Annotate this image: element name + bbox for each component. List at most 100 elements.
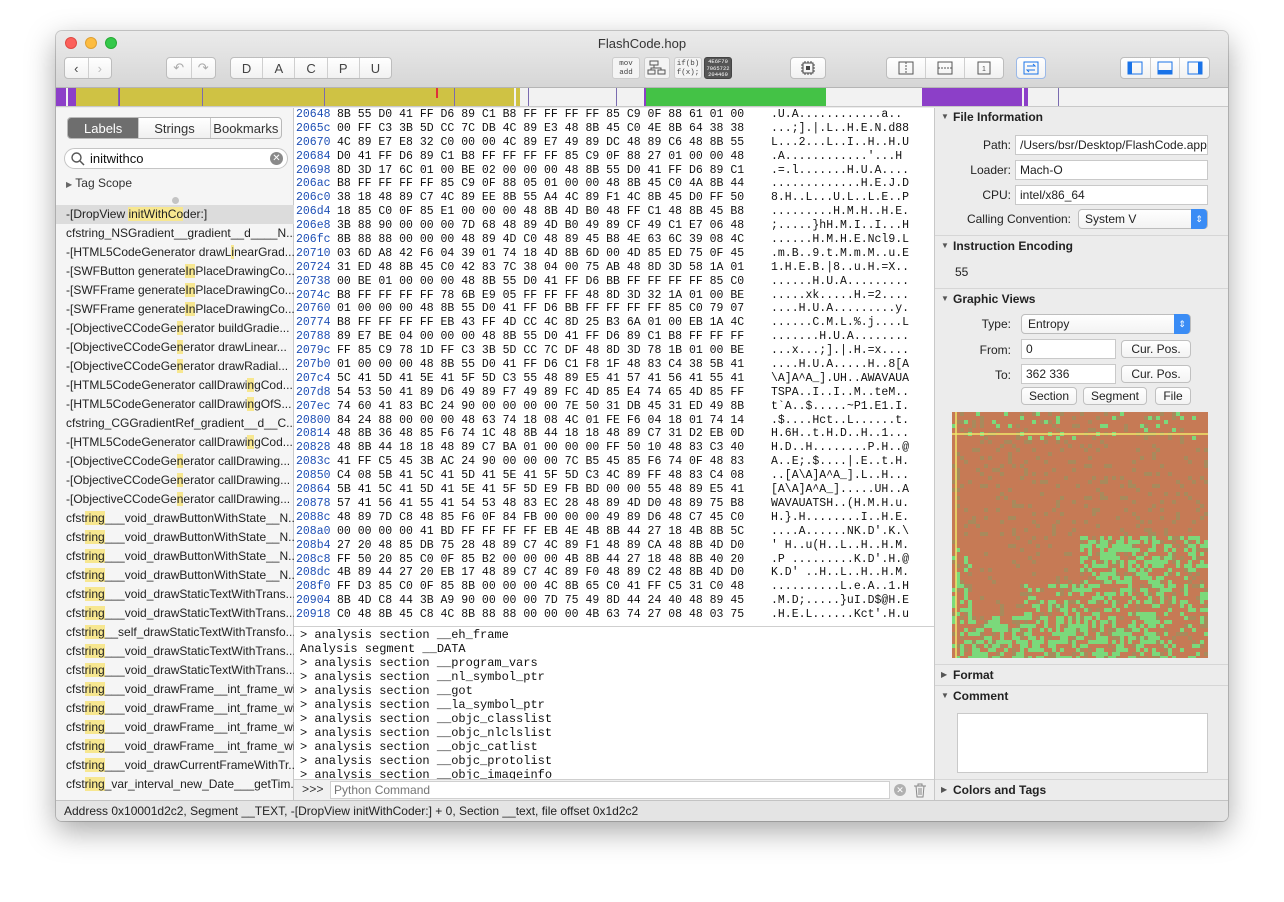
- hex-row[interactable]: 20850 C4 08 5B 41 5C 41 5D 41 5E 41 5F 5D…: [294, 469, 934, 483]
- label-row[interactable]: -[ObjectiveCCodeGenerator drawRadial...: [56, 357, 294, 376]
- hex-row[interactable]: 206c0 38 18 48 89 C7 4C 89 EE 8B 55 A4 4C…: [294, 191, 934, 205]
- ascii-mode-button[interactable]: A: [262, 58, 294, 78]
- back-button[interactable]: ‹: [65, 58, 88, 78]
- to-cur-pos-button[interactable]: Cur. Pos.: [1121, 365, 1191, 383]
- label-row[interactable]: cfstring___void_drawFrame__int_frame_wi.…: [56, 699, 294, 718]
- label-row[interactable]: cfstring___void_drawFrame__int_frame_wi.…: [56, 680, 294, 699]
- hex-row[interactable]: 20760 01 00 00 00 48 8B 55 D0 41 FF D6 BB…: [294, 302, 934, 316]
- hex-row[interactable]: 20648 8B 55 D0 41 FF D6 89 C1 B8 FF FF FF…: [294, 108, 934, 122]
- label-row[interactable]: -[SWFFrame generateInPlaceDrawingCo...: [56, 281, 294, 300]
- hex-row[interactable]: 20724 31 ED 48 8B 45 C0 42 83 7C 38 04 00…: [294, 261, 934, 275]
- label-row[interactable]: -[HTML5CodeGenerator callDrawingCod...: [56, 433, 294, 452]
- forward-button[interactable]: ›: [87, 58, 112, 78]
- hex-row[interactable]: 208f0 FF D3 85 C0 0F 85 8B 00 00 00 4C 8B…: [294, 580, 934, 594]
- hex-row[interactable]: 2079c FF 85 C9 78 1D FF C3 3B 5D CC 7C DF…: [294, 344, 934, 358]
- hex-row[interactable]: 20774 B8 FF FF FF FF EB 43 FF 4D CC 4C 8D…: [294, 316, 934, 330]
- graphic-type-select[interactable]: Entropy ⇕: [1021, 314, 1191, 334]
- label-row[interactable]: cfstring___void_drawStaticTextWithTrans.…: [56, 642, 294, 661]
- hex-row[interactable]: 207c4 5C 41 5D 41 5E 41 5F 5D C3 55 48 89…: [294, 372, 934, 386]
- hex-row[interactable]: 20814 48 8B 36 48 85 F6 74 1C 48 8B 44 18…: [294, 427, 934, 441]
- file-information-header[interactable]: ▼ File Information: [935, 107, 1228, 127]
- tab-bookmarks[interactable]: Bookmarks: [209, 118, 281, 138]
- path-field[interactable]: /Users/bsr/Desktop/FlashCode.app/: [1015, 135, 1208, 155]
- entropy-graph[interactable]: [952, 412, 1208, 658]
- hex-row[interactable]: 20828 48 8B 44 18 18 48 89 C7 BA 01 00 00…: [294, 441, 934, 455]
- label-row[interactable]: -[ObjectiveCCodeGenerator callDrawing...: [56, 490, 294, 509]
- hex-row[interactable]: 206ac B8 FF FF FF FF 85 C9 0F 88 05 01 00…: [294, 177, 934, 191]
- from-cur-pos-button[interactable]: Cur. Pos.: [1121, 340, 1191, 358]
- data-mode-button[interactable]: D: [231, 58, 262, 78]
- tab-strings[interactable]: Strings: [138, 118, 209, 138]
- hex-row[interactable]: 2088c 48 89 7D C8 48 85 F6 0F 84 FB 00 00…: [294, 511, 934, 525]
- hex-row[interactable]: 207d8 54 53 50 41 89 D6 49 89 F7 49 89 FC…: [294, 386, 934, 400]
- label-row[interactable]: -[HTML5CodeGenerator callDrawingCod...: [56, 376, 294, 395]
- hex-row[interactable]: 20800 84 24 88 00 00 00 48 63 74 18 08 4C…: [294, 414, 934, 428]
- from-field[interactable]: 0: [1021, 339, 1116, 359]
- hex-row[interactable]: 207b0 01 00 00 00 48 8B 55 D0 41 FF D6 C1…: [294, 358, 934, 372]
- cpu-field[interactable]: intel/x86_64: [1015, 185, 1208, 205]
- colors-and-tags-header[interactable]: ▶ Colors and Tags: [935, 779, 1228, 799]
- label-row[interactable]: cfstring_CGGradientRef_gradient__d__C...: [56, 414, 294, 433]
- label-row[interactable]: cfstring___void_drawFrame__int_frame_wi.…: [56, 737, 294, 756]
- label-row[interactable]: cfstring___void_drawButtonWithState__N..…: [56, 509, 294, 528]
- pseudocode-view-button[interactable]: if(b) f(x);: [674, 57, 702, 79]
- hex-row[interactable]: 206e8 3B 88 90 00 00 00 7D 68 48 89 4D B0…: [294, 219, 934, 233]
- cfg-view-button[interactable]: [644, 57, 670, 79]
- toggle-left-panel-button[interactable]: [1121, 58, 1150, 78]
- loader-field[interactable]: Mach-O: [1015, 160, 1208, 180]
- label-row[interactable]: cfstring___void_drawCurrentFrameWithTr..…: [56, 756, 294, 775]
- label-row[interactable]: cfstring_NSGradient__gradient__d____N...: [56, 224, 294, 243]
- navigation-bar[interactable]: [56, 88, 1228, 107]
- clear-console-icon[interactable]: ✕: [894, 784, 906, 796]
- search-input[interactable]: [90, 151, 260, 166]
- section-button[interactable]: Section: [1021, 387, 1077, 405]
- code-mode-button[interactable]: C: [294, 58, 326, 78]
- hex-row[interactable]: 2065c 00 FF C3 3B 5D CC 7C DB 4C 89 E3 48…: [294, 122, 934, 136]
- hex-row[interactable]: 2083c 41 FF C5 45 3B AC 24 90 00 00 00 7C…: [294, 455, 934, 469]
- assembly-view-button[interactable]: mov add: [612, 57, 640, 79]
- hex-row[interactable]: 208c8 FF 50 20 85 C0 0F 85 B2 00 00 00 4B…: [294, 553, 934, 567]
- comment-textarea[interactable]: [957, 713, 1208, 773]
- hex-row[interactable]: 20738 00 BE 01 00 00 00 48 8B 55 D0 41 FF…: [294, 275, 934, 289]
- label-row[interactable]: cfstring_var_interval_new_Date___getTim.…: [56, 775, 294, 794]
- segment-button[interactable]: Segment: [1083, 387, 1147, 405]
- hex-row[interactable]: 206d4 18 85 C0 0F 85 E1 00 00 00 48 8B 4D…: [294, 205, 934, 219]
- hex-row[interactable]: 20710 03 6D A8 42 F6 04 39 01 74 18 4D 8B…: [294, 247, 934, 261]
- label-row[interactable]: cfstring___void_drawStaticTextWithTrans.…: [56, 661, 294, 680]
- to-field[interactable]: 362 336: [1021, 364, 1116, 384]
- hex-row[interactable]: 20918 C0 48 8B 45 C8 4C 8B 88 88 00 00 00…: [294, 608, 934, 622]
- label-row[interactable]: -[HTML5CodeGenerator callDrawingOfS...: [56, 395, 294, 414]
- resize-handle[interactable]: [172, 197, 179, 204]
- tag-scope-toggle[interactable]: ▶ Tag Scope: [66, 176, 132, 190]
- split-vertical-button[interactable]: [887, 58, 925, 78]
- label-row[interactable]: cfstring___void_drawButtonWithState__N..…: [56, 547, 294, 566]
- label-row[interactable]: -[DropView initWithCoder:]: [56, 205, 294, 224]
- hex-row[interactable]: 20698 8D 3D 17 6C 01 00 BE 02 00 00 00 48…: [294, 164, 934, 178]
- label-row[interactable]: cfstring___void_drawStaticTextWithTrans.…: [56, 604, 294, 623]
- undo-button[interactable]: ↶: [167, 58, 191, 78]
- sync-cursor-button[interactable]: [1016, 57, 1046, 79]
- hex-row[interactable]: 207ec 74 60 41 83 BC 24 90 00 00 00 00 7E…: [294, 400, 934, 414]
- hex-row[interactable]: 20864 5B 41 5C 41 5D 41 5E 41 5F 5D E9 FB…: [294, 483, 934, 497]
- clear-search-icon[interactable]: ✕: [270, 152, 283, 165]
- label-row[interactable]: cfstring___void_drawFrame__int_frame_wi.…: [56, 718, 294, 737]
- hex-view-button[interactable]: 4E6F70 7065722 204469: [704, 57, 732, 79]
- label-row[interactable]: -[SWFFrame generateInPlaceDrawingCo...: [56, 300, 294, 319]
- cpu-debugger-button[interactable]: [790, 57, 826, 79]
- hex-row[interactable]: 20904 8B 4D C8 44 3B A9 90 00 00 00 7D 75…: [294, 594, 934, 608]
- toggle-bottom-panel-button[interactable]: [1149, 58, 1180, 78]
- undefined-mode-button[interactable]: U: [358, 58, 391, 78]
- hex-row[interactable]: 20684 D0 41 FF D6 89 C1 B8 FF FF FF FF 85…: [294, 150, 934, 164]
- tab-labels[interactable]: Labels: [68, 118, 139, 138]
- graphic-views-header[interactable]: ▼ Graphic Views: [935, 288, 1228, 308]
- file-button[interactable]: File: [1155, 387, 1191, 405]
- instruction-encoding-header[interactable]: ▼ Instruction Encoding: [935, 235, 1228, 255]
- format-header[interactable]: ▶ Format: [935, 664, 1228, 684]
- label-row[interactable]: -[SWFButton generateInPlaceDrawingCo...: [56, 262, 294, 281]
- toggle-right-panel-button[interactable]: [1179, 58, 1209, 78]
- label-row[interactable]: -[ObjectiveCCodeGenerator callDrawing...: [56, 452, 294, 471]
- trash-icon[interactable]: [912, 782, 928, 799]
- hex-row[interactable]: 206fc 8B 88 88 00 00 00 48 89 4D C0 48 89…: [294, 233, 934, 247]
- hex-view[interactable]: 20648 8B 55 D0 41 FF D6 89 C1 B8 FF FF FF…: [294, 108, 934, 626]
- label-row[interactable]: cfstring___void_drawStaticTextWithTrans.…: [56, 585, 294, 604]
